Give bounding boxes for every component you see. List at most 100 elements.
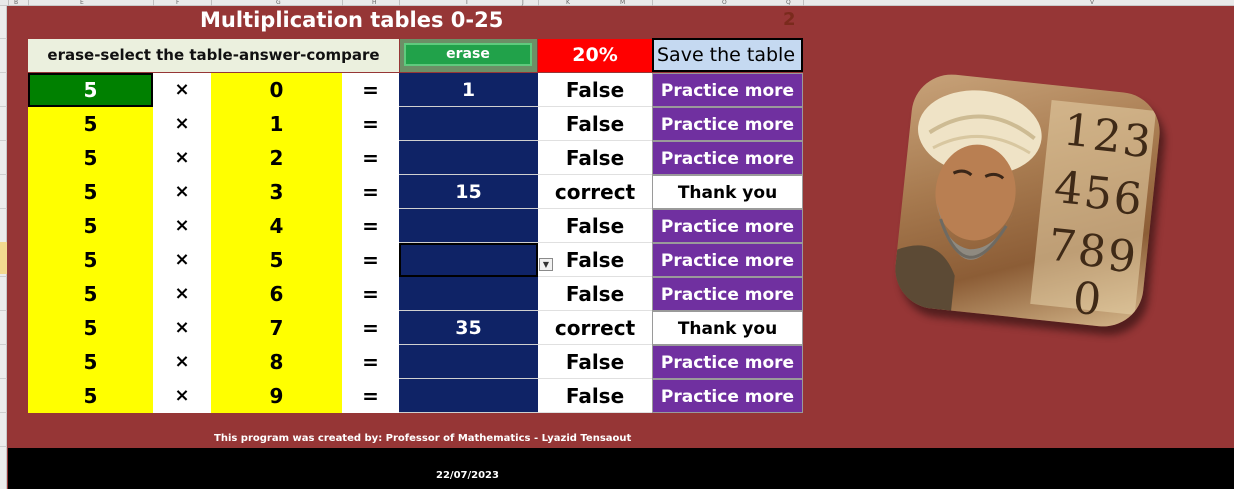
answer-input[interactable] [399,209,538,243]
save-table-button[interactable]: Save the table [652,38,803,72]
row-separator [0,344,7,345]
row-separator [0,378,7,379]
practice-more-button[interactable]: Practice more [652,243,803,277]
column-header[interactable]: K [566,0,570,6]
answer-input[interactable] [399,345,538,379]
result-cell: False [538,345,652,379]
multiplicand-cell[interactable]: 5 [28,73,153,107]
multiplier-cell: 1 [211,107,342,141]
row-separator [0,72,7,73]
numeral-glyph: 4 [1051,161,1086,216]
multiplier-cell: 4 [211,209,342,243]
column-header[interactable]: M [620,0,625,6]
thank-you-cell: Thank you [652,175,803,209]
times-sign: × [153,243,211,277]
multiplier-cell: 2 [211,141,342,175]
equals-sign: = [342,277,399,311]
equals-sign: = [342,379,399,413]
result-cell: False [538,277,652,311]
result-cell: False [538,141,652,175]
numeral-glyph: 0 [1070,272,1104,327]
practice-more-button[interactable]: Practice more [652,277,803,311]
result-cell: correct [538,175,652,209]
numeral-glyph: 6 [1111,172,1145,226]
times-sign: × [153,311,211,345]
selected-row-header[interactable] [0,242,7,274]
equals-sign: = [342,175,399,209]
column-header[interactable]: J [522,0,524,6]
times-sign: × [153,175,211,209]
times-sign: × [153,107,211,141]
row-separator [0,208,7,209]
erase-button[interactable]: erase [404,43,532,66]
multiplicand-cell[interactable]: 5 [28,311,153,345]
equals-sign: = [342,107,399,141]
mathematician-portrait: 1234567890 [891,70,1164,331]
equals-sign: = [342,141,399,175]
practice-more-button[interactable]: Practice more [652,141,803,175]
answer-input[interactable]: 35 [399,311,538,345]
multiplier-cell: 6 [211,277,342,311]
equals-sign: = [342,73,399,107]
answer-input[interactable] [399,141,538,175]
multiplier-cell: 5 [211,243,342,277]
column-header[interactable]: V [1090,0,1094,6]
thank-you-cell: Thank you [652,311,803,345]
multiplicand-cell[interactable]: 5 [28,209,153,243]
row-separator [0,310,7,311]
result-cell: False [538,73,652,107]
practice-more-button[interactable]: Practice more [652,209,803,243]
answer-input[interactable] [399,379,538,413]
numeral-glyph: 1 [1060,104,1095,159]
multiplicand-cell[interactable]: 5 [28,379,153,413]
answer-input[interactable]: 1 [399,73,538,107]
dropdown-arrow-icon[interactable]: ▼ [539,258,553,271]
answer-input[interactable] [399,243,538,277]
column-separator [538,0,539,6]
score-percent: 20% [538,39,652,72]
times-sign: × [153,73,211,107]
numeral-glyph: 5 [1081,167,1115,221]
times-sign: × [153,209,211,243]
result-cell: correct [538,311,652,345]
credit-text: This program was created by: Professor o… [214,433,632,444]
column-separator [28,0,29,6]
row-separator [0,446,7,447]
page-title: Multiplication tables 0-25 [200,8,504,32]
column-separator [153,0,154,6]
sheet-number: 2 [783,9,796,30]
practice-more-button[interactable]: Practice more [652,379,803,413]
multiplier-cell: 3 [211,175,342,209]
column-header-strip[interactable]: BEFGHIJKMOQV [0,0,1234,6]
numeral-glyph: 7 [1045,219,1079,274]
equals-sign: = [342,311,399,345]
result-cell: False [538,107,652,141]
equals-sign: = [342,243,399,277]
footer-bar [8,448,1234,489]
practice-more-button[interactable]: Practice more [652,73,803,107]
row-separator [0,38,7,39]
result-cell: False [538,243,652,277]
column-header[interactable]: E [80,0,84,6]
answer-input[interactable] [399,107,538,141]
column-header[interactable]: O [722,0,727,6]
column-header[interactable]: F [176,0,179,6]
result-cell: False [538,379,652,413]
multiplicand-cell[interactable]: 5 [28,175,153,209]
multiplier-cell: 8 [211,345,342,379]
column-header[interactable]: Q [786,0,791,6]
practice-more-button[interactable]: Practice more [652,345,803,379]
equals-sign: = [342,209,399,243]
answer-input[interactable] [399,277,538,311]
numeral-glyph: 2 [1090,109,1124,164]
multiplicand-cell[interactable]: 5 [28,277,153,311]
multiplicand-cell[interactable]: 5 [28,345,153,379]
result-cell: False [538,209,652,243]
multiplicand-cell[interactable]: 5 [28,141,153,175]
practice-more-button[interactable]: Practice more [652,107,803,141]
column-header[interactable]: B [14,0,18,6]
times-sign: × [153,345,211,379]
answer-input[interactable]: 15 [399,175,538,209]
multiplicand-cell[interactable]: 5 [28,243,153,277]
multiplicand-cell[interactable]: 5 [28,107,153,141]
